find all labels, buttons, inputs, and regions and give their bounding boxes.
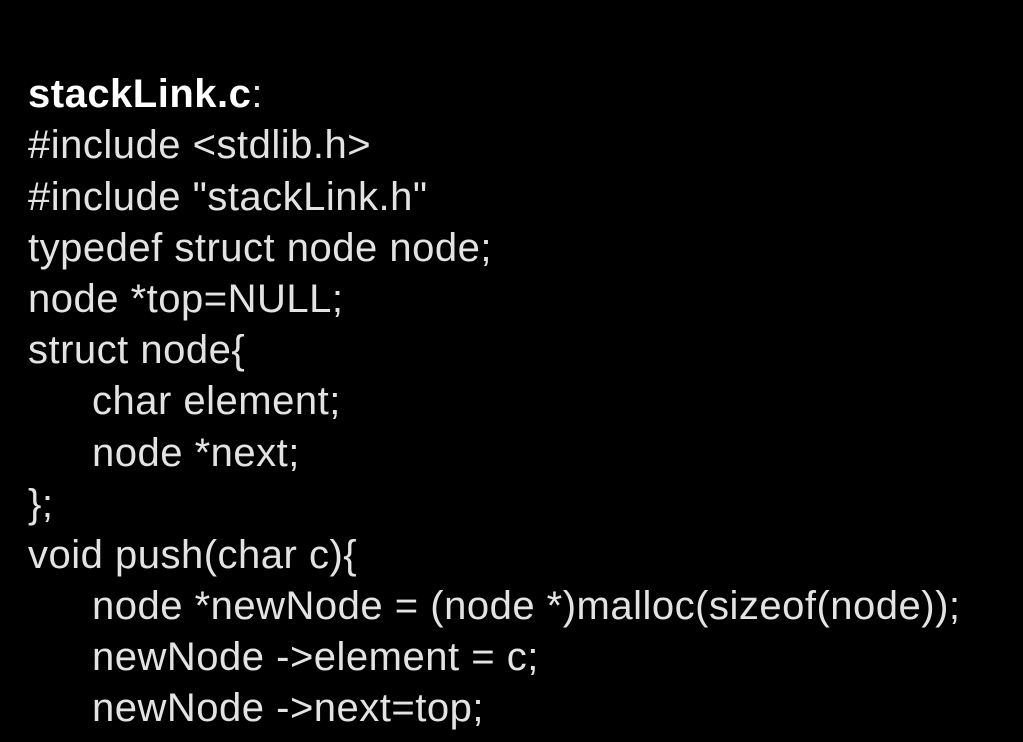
code-line-4: node *top=NULL;: [28, 277, 344, 321]
code-filename-colon: :: [251, 72, 263, 116]
code-line-9: void push(char c){: [28, 533, 357, 577]
code-line-7: node *next;: [92, 431, 300, 475]
code-line-10: node *newNode = (node *)malloc(sizeof(no…: [92, 584, 961, 628]
code-line-3: typedef struct node node;: [28, 226, 492, 270]
code-line-12: newNode ->next=top;: [92, 686, 484, 730]
code-line-6: char element;: [92, 379, 341, 423]
code-block: stackLink.c: #include <stdlib.h> #includ…: [0, 0, 1023, 742]
code-line-1: #include <stdlib.h>: [28, 123, 371, 167]
code-line-2: #include "stackLink.h": [28, 175, 428, 219]
code-line-5: struct node{: [28, 328, 245, 372]
code-line-11: newNode ->element = c;: [92, 635, 539, 679]
code-line-13: top= newNode;: [92, 738, 369, 742]
code-line-8: };: [28, 482, 53, 526]
code-filename: stackLink.c: [28, 72, 251, 116]
